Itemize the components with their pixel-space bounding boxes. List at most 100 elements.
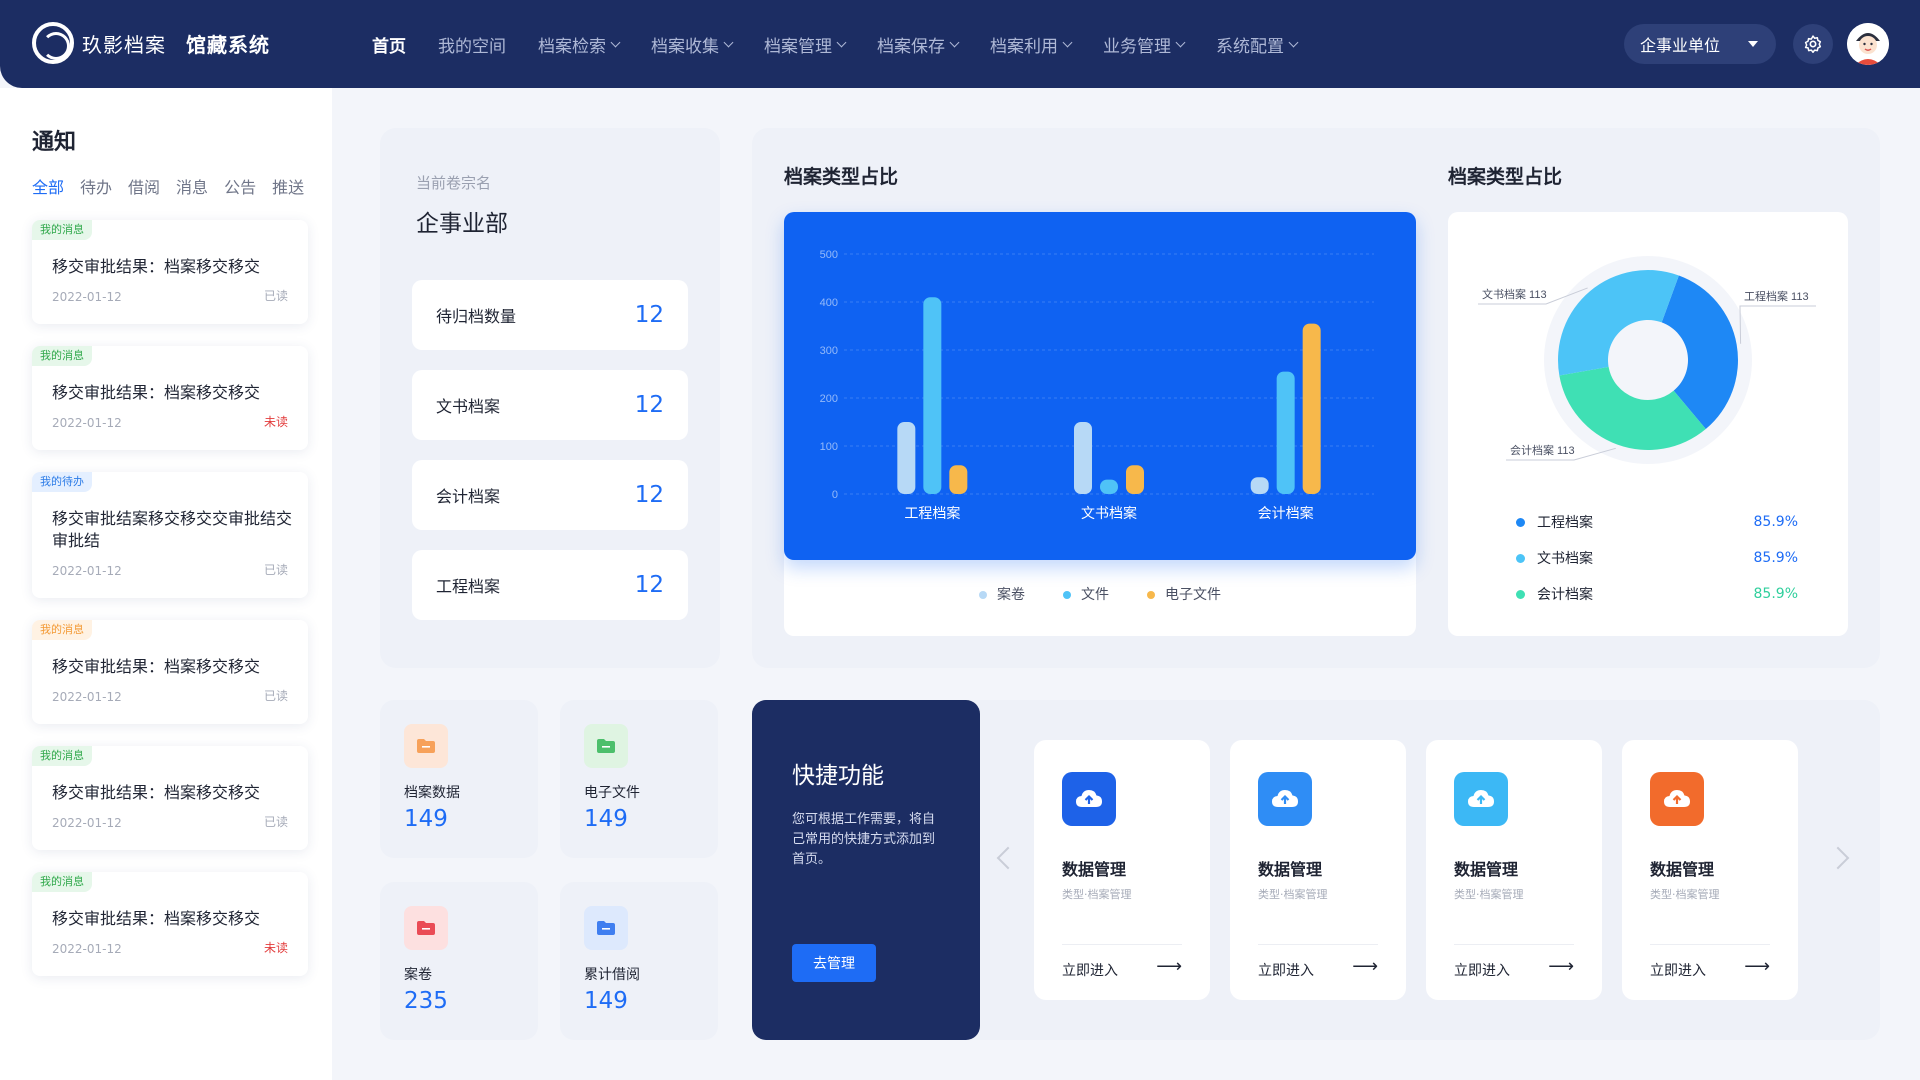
quick-card[interactable]: 数据管理 类型·档案管理 立即进入 ⟶ — [1230, 740, 1406, 1000]
nav-archive-search[interactable]: 档案检索 — [538, 32, 621, 57]
quick-card[interactable]: 数据管理 类型·档案管理 立即进入 ⟶ — [1426, 740, 1602, 1000]
arrow-right-icon[interactable]: ⟶ — [1744, 956, 1770, 977]
chevron-down-icon — [723, 37, 734, 47]
notice-item[interactable]: 我的消息 移交审批结果：档案移交移交 2022-01-12 已读 — [32, 746, 308, 850]
pie-legend-item[interactable]: 文书档案 85.9% — [1516, 548, 1816, 568]
pie-chart: 工程档案 113 文书档案 113 会计档案 113 — [1478, 256, 1816, 464]
card-title: 数据管理 — [1062, 860, 1127, 879]
stat-row-pending[interactable]: 待归档数量 12 — [412, 280, 688, 350]
bar — [1276, 371, 1295, 494]
pie-legend-item[interactable]: 会计档案 85.9% — [1516, 584, 1816, 604]
stat-row-document[interactable]: 文书档案 12 — [412, 370, 688, 440]
pie-slice-label: 文书档案 113 — [1482, 287, 1547, 301]
tile-total-borrow[interactable]: 累计借阅 149 — [560, 882, 718, 1040]
quick-card[interactable]: 数据管理 类型·档案管理 立即进入 ⟶ — [1622, 740, 1798, 1000]
stat-row-accounting[interactable]: 会计档案 12 — [412, 460, 688, 530]
notice-tab-all[interactable]: 全部 — [32, 174, 64, 198]
legend-item[interactable]: 案卷 — [979, 584, 1025, 604]
notice-item[interactable]: 我的待办 移交审批结案移交移交交审批结交审批结 2022-01-12 已读 — [32, 472, 308, 598]
notice-tab-todo[interactable]: 待办 — [80, 174, 112, 198]
notice-text: 移交审批结果：档案移交移交 — [52, 783, 261, 802]
stat-row-engineering[interactable]: 工程档案 12 — [412, 550, 688, 620]
stat-value: 12 — [634, 392, 664, 418]
stat-value: 12 — [634, 572, 664, 598]
quick-card[interactable]: 数据管理 类型·档案管理 立即进入 ⟶ — [1034, 740, 1210, 1000]
notice-tab-borrow[interactable]: 借阅 — [128, 174, 160, 198]
notice-badge: 我的消息 — [32, 872, 92, 892]
nav-business[interactable]: 业务管理 — [1103, 32, 1186, 57]
nav-archive-collect[interactable]: 档案收集 — [651, 32, 734, 57]
tile-value: 149 — [584, 806, 628, 832]
settings-button[interactable] — [1793, 24, 1833, 64]
nav-my-space[interactable]: 我的空间 — [438, 32, 506, 57]
arrow-right-icon[interactable]: ⟶ — [1156, 956, 1182, 977]
nav-archive-store[interactable]: 档案保存 — [877, 32, 960, 57]
notice-item[interactable]: 我的消息 移交审批结果：档案移交移交 2022-01-12 已读 — [32, 620, 308, 724]
card-title: 数据管理 — [1258, 860, 1323, 879]
notice-item[interactable]: 我的消息 移交审批结果：档案移交移交 2022-01-12 未读 — [32, 872, 308, 976]
nav-archive-manage[interactable]: 档案管理 — [764, 32, 847, 57]
bar — [897, 422, 916, 494]
notice-tab-push[interactable]: 推送 — [272, 174, 304, 198]
legend-dot — [1516, 589, 1525, 599]
y-tick-label: 200 — [820, 393, 838, 405]
legend-item[interactable]: 电子文件 — [1147, 584, 1221, 604]
avatar[interactable] — [1847, 23, 1889, 65]
chevron-down-icon — [1288, 37, 1299, 47]
cloud-upload-icon — [1062, 772, 1116, 826]
bar — [1100, 479, 1118, 494]
bar — [949, 465, 968, 494]
manage-button[interactable]: 去管理 — [792, 944, 876, 982]
legend-item[interactable]: 文件 — [1063, 584, 1109, 604]
pie-slice-label: 工程档案 113 — [1744, 289, 1809, 303]
quick-title: 快捷功能 — [792, 763, 884, 789]
bar — [923, 297, 942, 494]
bar — [1302, 323, 1321, 494]
arrow-right-icon[interactable]: ⟶ — [1352, 956, 1378, 977]
notice-date: 2022-01-12 — [52, 942, 122, 956]
tile-value: 149 — [584, 988, 628, 1014]
divider — [1650, 944, 1770, 945]
nav-archive-use[interactable]: 档案利用 — [990, 32, 1073, 57]
notice-tab-message[interactable]: 消息 — [176, 174, 208, 198]
quick-functions-intro: 快捷功能 您可根据工作需要，将自己常用的快捷方式添加到首页。 去管理 — [752, 700, 980, 1040]
legend-dot — [1516, 553, 1525, 563]
unit-select[interactable]: 企事业单位 — [1624, 24, 1776, 64]
notice-status: 未读 — [263, 941, 288, 955]
nav-home[interactable]: 首页 — [372, 32, 406, 57]
tile-archive-data[interactable]: 档案数据 149 — [380, 700, 538, 858]
stat-value: 12 — [634, 482, 664, 508]
notice-item[interactable]: 我的消息 移交审批结果：档案移交移交 2022-01-12 已读 — [32, 220, 308, 324]
notice-tab-announce[interactable]: 公告 — [224, 174, 256, 198]
top-header: 玖影档案 馆藏系统 首页 我的空间 档案检索 档案收集 档案管理 档案保存 档案… — [0, 0, 1920, 88]
pie-leader-line — [1739, 305, 1816, 344]
divider — [1062, 944, 1182, 945]
dossier-sub-label: 当前卷宗名 — [416, 174, 492, 192]
notice-item[interactable]: 我的消息 移交审批结果：档案移交移交 2022-01-12 未读 — [32, 346, 308, 450]
chevron-down-icon — [610, 37, 621, 47]
cloud-upload-icon — [1258, 772, 1312, 826]
bar-chart-area: 500 400 300 200 100 0 工程档案 文书档案 会计档案 — [784, 212, 1416, 560]
notice-date: 2022-01-12 — [52, 690, 122, 704]
logo-icon — [32, 22, 74, 64]
notice-status: 已读 — [263, 689, 288, 703]
charts-panel: 档案类型占比 档案类型占比 500 400 300 200 100 0 工程档案 文书档案 会计… — [752, 128, 1880, 668]
y-tick-label: 0 — [832, 489, 838, 501]
enter-link[interactable]: 立即进入 — [1258, 960, 1314, 980]
notice-status: 未读 — [263, 415, 288, 429]
enter-link[interactable]: 立即进入 — [1062, 960, 1118, 980]
arrow-right-icon[interactable]: ⟶ — [1548, 956, 1574, 977]
cloud-upload-icon — [1454, 772, 1508, 826]
pie-legend-item[interactable]: 工程档案 85.9% — [1516, 512, 1816, 532]
card-subtitle: 类型·档案管理 — [1062, 888, 1132, 901]
chevron-down-icon — [1062, 37, 1073, 47]
enter-link[interactable]: 立即进入 — [1650, 960, 1706, 980]
bar-chart-title: 档案类型占比 — [784, 166, 899, 188]
tile-dossier[interactable]: 案卷 235 — [380, 882, 538, 1040]
logo[interactable]: 玖影档案 馆藏系统 — [32, 22, 270, 64]
tile-electronic-file[interactable]: 电子文件 149 — [560, 700, 718, 858]
enter-link[interactable]: 立即进入 — [1454, 960, 1510, 980]
legend-dot — [1516, 517, 1525, 527]
nav-system-config[interactable]: 系统配置 — [1216, 32, 1299, 57]
card-subtitle: 类型·档案管理 — [1650, 888, 1720, 901]
